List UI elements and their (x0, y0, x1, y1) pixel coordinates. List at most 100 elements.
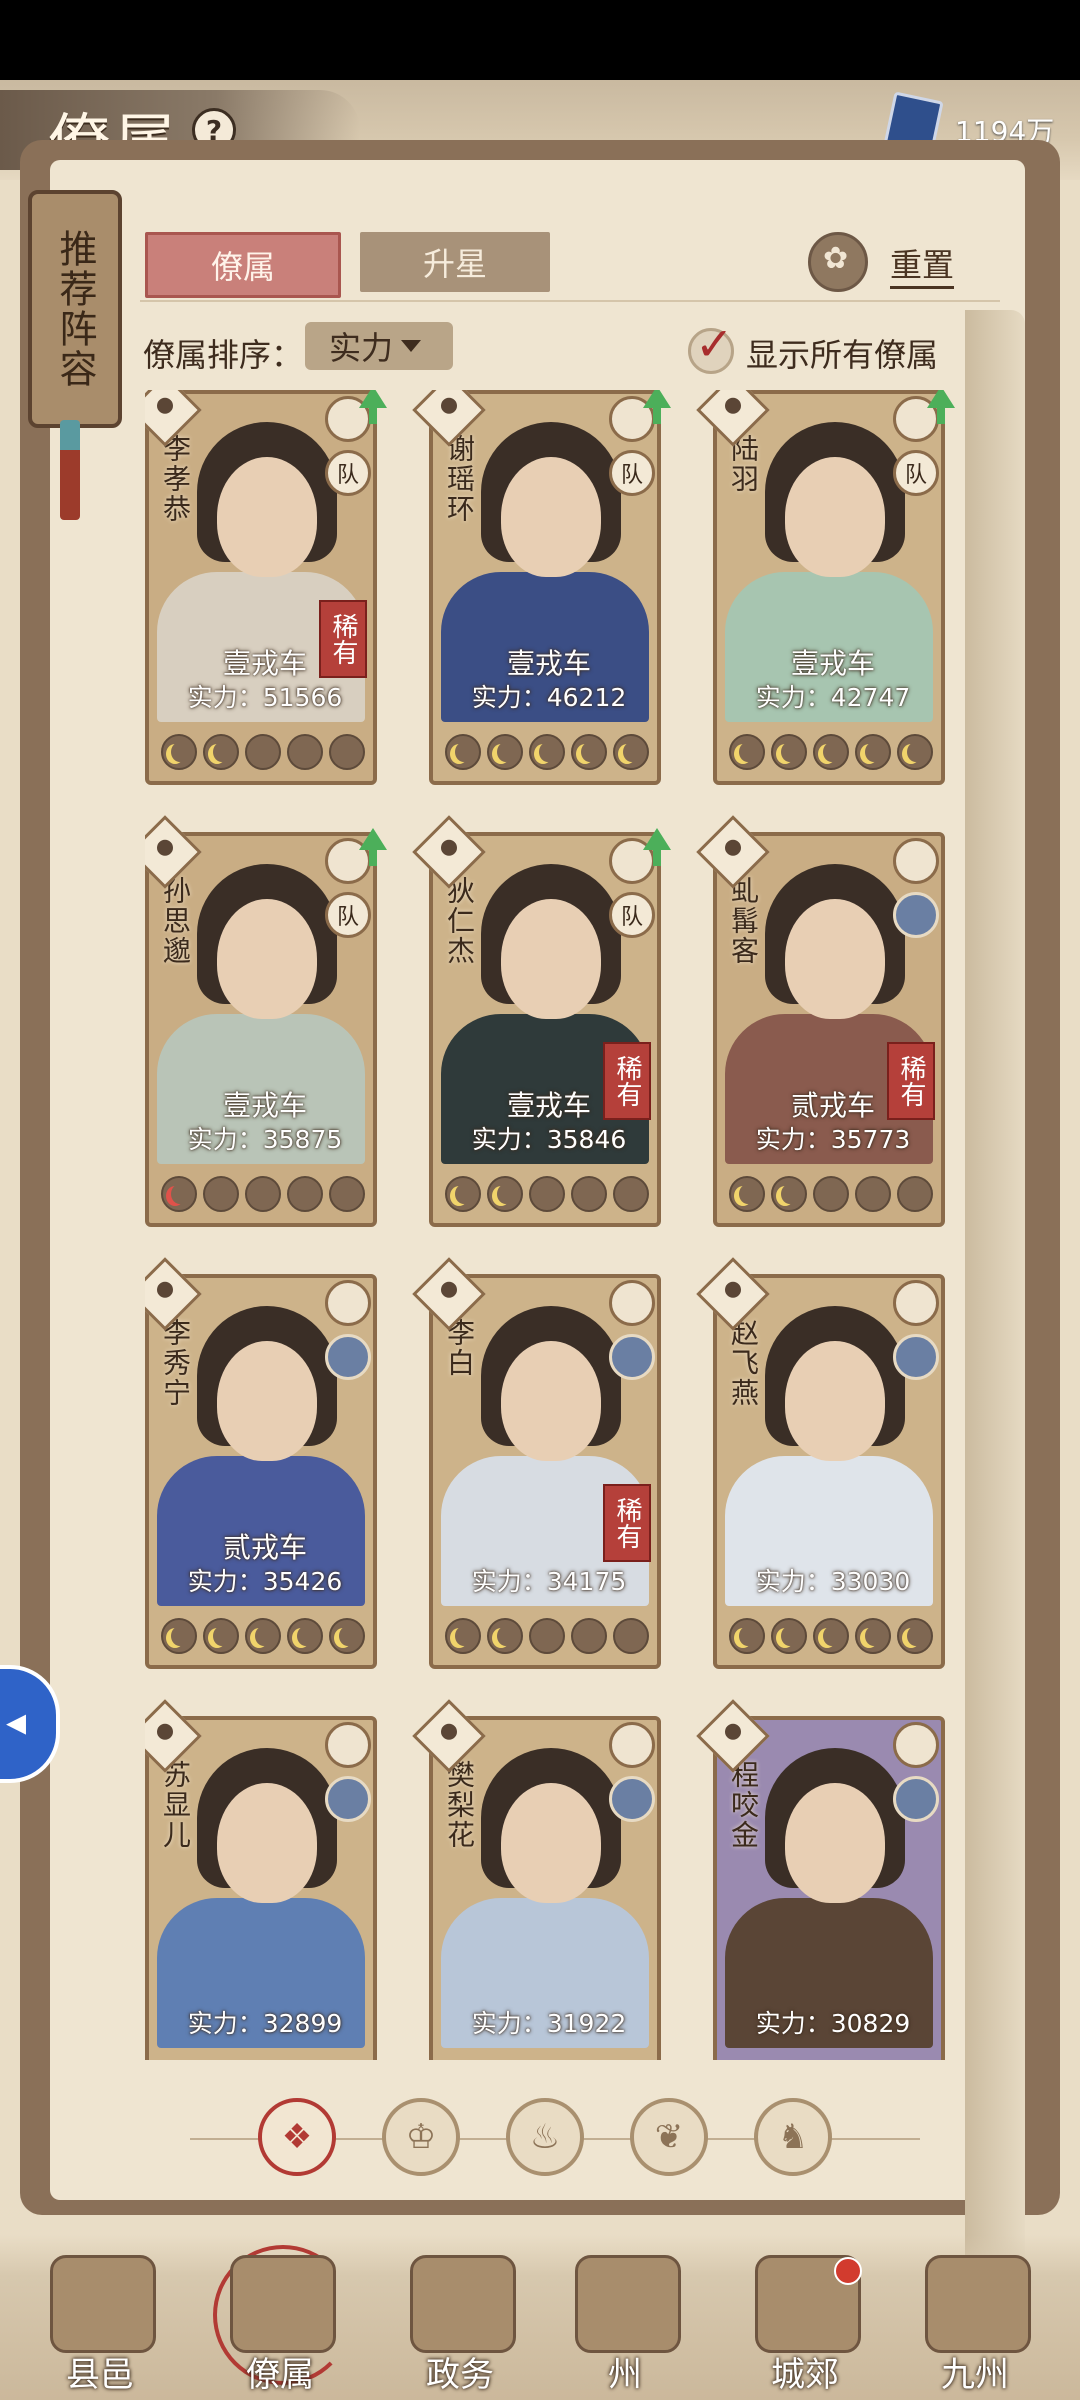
moon-star-icon (729, 1618, 765, 1654)
show-all-checkbox[interactable] (688, 317, 734, 374)
moon-star-icon (897, 1618, 933, 1654)
nav-item[interactable]: 僚属 (205, 2245, 355, 2395)
portrait-face (501, 457, 601, 577)
tassel-decoration (60, 420, 80, 520)
moon-star-icon (161, 734, 197, 770)
subordinate-name: 赵飞燕 (727, 1318, 760, 1408)
power-value: 实力：35846 (471, 1125, 627, 1154)
recommend-lineup-button[interactable]: 推荐阵容 (28, 190, 122, 428)
card-frame: 樊梨花 实力：31922 (429, 1716, 661, 2060)
subordinate-card[interactable]: 李白 实力：34175 稀有 (412, 1257, 661, 1669)
rare-label: 稀有 (612, 1497, 642, 1549)
subordinate-card[interactable]: 虬髯客 贰戎车 实力：35773 稀有 (696, 815, 945, 1227)
portrait-face (785, 899, 885, 1019)
portrait-face (501, 1341, 601, 1461)
nav-item[interactable]: 政务 (385, 2255, 535, 2395)
filter-button[interactable]: ♨ (506, 2098, 584, 2176)
subordinate-card[interactable]: 陆羽 壹戎车 实力：42747 队 (696, 390, 955, 785)
team-badge: 队 (325, 450, 371, 496)
power-value: 实力：34175 (471, 1567, 627, 1596)
notification-dot (834, 2257, 862, 2285)
team-badge: 队 (893, 450, 939, 496)
nine-provinces-map-icon (925, 2255, 1031, 2353)
star-row (445, 734, 655, 774)
fan-icon: ❦ (654, 2117, 684, 2157)
rare-label: 稀有 (896, 1055, 926, 1107)
empty-star-icon (287, 734, 323, 770)
status-emblem-icon (893, 838, 939, 884)
moon-star-icon (445, 734, 481, 770)
rank-grade: 壹戎车 (222, 1089, 307, 1122)
sort-label: 僚属排序： (143, 336, 304, 374)
star-row (729, 1618, 939, 1658)
subordinate-card[interactable]: 樊梨花 实力：31922 (412, 1699, 661, 2060)
nav-label: 政务 (426, 2355, 494, 2395)
portrait-face (501, 1783, 601, 1903)
empty-star-icon (571, 1618, 607, 1654)
rare-label: 稀有 (612, 1055, 642, 1107)
subordinate-card[interactable]: 孙思邈 壹戎车 实力：35875 队 (145, 815, 387, 1227)
horse-icon: ♞ (777, 2117, 809, 2157)
status-emblem-icon (325, 1722, 371, 1768)
nav-item[interactable]: 九州 (900, 2255, 1050, 2395)
sort-dropdown[interactable]: 实力 (305, 322, 453, 370)
card-frame: 虬髯客 贰戎车 实力：35773 (713, 832, 945, 1227)
filter-button[interactable]: ❦ (630, 2098, 708, 2176)
moon-star-icon (203, 734, 239, 770)
subordinate-card[interactable]: 程咬金 实力：30829 (696, 1699, 945, 2060)
filter-button[interactable]: ♞ (754, 2098, 832, 2176)
card-frame: 程咬金 实力：30829 (713, 1716, 945, 2060)
subordinate-card[interactable]: 苏显儿 实力：32899 (145, 1699, 377, 2060)
subordinate-card[interactable]: 李秀宁 贰戎车 实力：35426 (145, 1257, 377, 1669)
moon-star-icon (813, 1618, 849, 1654)
moon-star-icon (771, 1176, 807, 1212)
empty-star-icon (287, 1176, 323, 1212)
power-value: 实力：46212 (471, 683, 627, 712)
reset-button[interactable]: 重置 (890, 240, 955, 289)
empty-star-icon (529, 1618, 565, 1654)
card-frame: 苏显儿 实力：32899 (145, 1716, 377, 2060)
rare-label: 稀有 (328, 613, 358, 665)
moon-star-icon (487, 734, 523, 770)
rare-badge: 稀有 (603, 1042, 651, 1120)
power-value: 实力：35773 (755, 1125, 911, 1154)
filter-button[interactable]: ❖ (258, 2098, 336, 2176)
portrait-face (217, 899, 317, 1019)
moon-star-icon (287, 1618, 323, 1654)
show-all-label[interactable]: 显示所有僚属 (746, 330, 938, 376)
upgrade-arrow-icon (643, 390, 671, 424)
power-value: 实力：35426 (187, 1567, 343, 1596)
tab-star-up[interactable]: 升星 (360, 232, 550, 292)
gourd-icon: ♨ (529, 2117, 561, 2157)
subordinate-card[interactable]: 谢瑶环 壹戎车 实力：46212 队 (412, 390, 671, 785)
all-diamond-icon: ❖ (281, 2117, 313, 2157)
team-badge: 队 (609, 450, 655, 496)
power-value: 实力：30829 (755, 2009, 911, 2038)
upgrade-arrow-icon (359, 828, 387, 866)
portrait-face (785, 1341, 885, 1461)
divider (140, 300, 1000, 302)
nav-item[interactable]: 城郊 (730, 2255, 880, 2395)
tab-subordinates[interactable]: 僚属 (145, 232, 341, 298)
subordinate-card[interactable]: 李孝恭 壹戎车 实力：51566 队 稀有 (145, 390, 387, 785)
card-frame: 谢瑶环 壹戎车 实力：46212 (429, 390, 661, 785)
nav-item[interactable]: 州 (550, 2255, 700, 2395)
moon-star-icon (813, 734, 849, 770)
moon-star-icon (487, 1618, 523, 1654)
card-frame: 李孝恭 壹戎车 实力：51566 (145, 390, 377, 785)
reset-flower-icon[interactable] (808, 232, 868, 292)
nav-item[interactable]: 县邑 (25, 2255, 175, 2395)
status-emblem-icon (893, 1280, 939, 1326)
subordinate-card[interactable]: 赵飞燕 实力：33030 (696, 1257, 945, 1669)
filter-button[interactable]: ♔ (382, 2098, 460, 2176)
power-value: 实力：33030 (755, 1567, 911, 1596)
empty-star-icon (329, 1176, 365, 1212)
portrait-face (217, 1341, 317, 1461)
moon-star-icon (729, 1176, 765, 1212)
empty-star-icon (855, 1176, 891, 1212)
star-row (729, 1176, 939, 1216)
helmet-icon: ♔ (405, 2117, 437, 2157)
empty-star-icon (571, 1176, 607, 1212)
rank-grade: 贰戎车 (222, 1531, 307, 1564)
subordinate-card[interactable]: 狄仁杰 壹戎车 实力：35846 队 稀有 (412, 815, 671, 1227)
